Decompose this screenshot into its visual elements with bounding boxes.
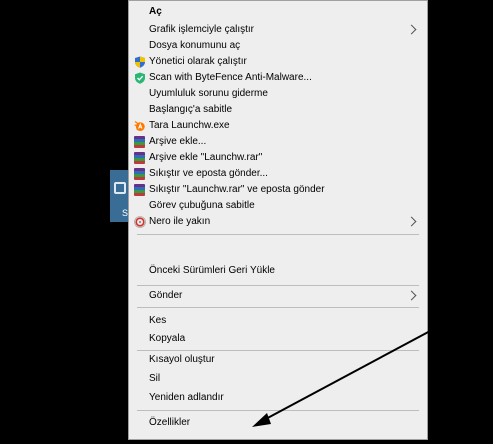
menu-item-add-to-launchw-rar[interactable]: Arşive ekle "Launchw.rar" <box>129 150 427 166</box>
uac-shield-icon <box>134 56 146 68</box>
menu-item-pin-to-taskbar[interactable]: Görev çubuğuna sabitle <box>129 198 427 214</box>
menu-item-pin-to-start[interactable]: Başlangıç'a sabitle <box>129 102 427 118</box>
menu-item-restore-previous-versions[interactable]: Önceki Sürümleri Geri Yükle <box>129 263 427 279</box>
winrar-icon <box>134 152 145 164</box>
menu-separator <box>137 307 419 308</box>
menu-item-cut[interactable]: Kes <box>129 313 427 329</box>
winrar-icon <box>134 168 145 180</box>
menu-item-delete[interactable]: Sil <box>129 371 427 387</box>
menu-separator <box>137 350 419 351</box>
chevron-right-icon <box>406 290 417 301</box>
menu-item-copy[interactable]: Kopyala <box>129 331 427 347</box>
menu-item-avast-scan[interactable]: Tara Launchw.exe <box>129 118 427 134</box>
nero-icon <box>134 216 146 228</box>
menu-item-bytefence-scan[interactable]: Scan with ByteFence Anti-Malware... <box>129 70 427 86</box>
menu-item-nero-burn[interactable]: Nero ile yakın <box>129 214 427 230</box>
menu-item-add-to-archive[interactable]: Arşive ekle... <box>129 134 427 150</box>
menu-item-compress-and-email[interactable]: Sıkıştır ve eposta gönder... <box>129 166 427 182</box>
desktop-shortcut-icon[interactable]: S <box>110 170 130 222</box>
menu-separator <box>137 285 419 286</box>
avast-icon <box>134 120 146 132</box>
menu-separator <box>137 410 419 411</box>
shortcut-glyph-icon <box>114 182 126 194</box>
menu-item-open-file-location[interactable]: Dosya konumunu aç <box>129 38 427 54</box>
menu-item-open[interactable]: Aç <box>129 4 427 20</box>
winrar-icon <box>134 136 145 148</box>
menu-item-run-with-gpu[interactable]: Grafik işlemciyle çalıştır <box>129 22 427 38</box>
context-menu: Aç Grafik işlemciyle çalıştır Dosya konu… <box>128 0 428 440</box>
winrar-icon <box>134 184 145 196</box>
menu-item-send-to[interactable]: Gönder <box>129 288 427 304</box>
menu-item-properties[interactable]: Özellikler <box>129 415 427 431</box>
menu-item-run-as-admin[interactable]: Yönetici olarak çalıştır <box>129 54 427 70</box>
menu-item-compress-launchw-rar-and-email[interactable]: Sıkıştır "Launchw.rar" ve eposta gönder <box>129 182 427 198</box>
menu-item-compatibility-troubleshoot[interactable]: Uyumluluk sorunu giderme <box>129 86 427 102</box>
bytefence-shield-icon <box>134 72 146 84</box>
menu-item-create-shortcut[interactable]: Kısayol oluştur <box>129 352 427 368</box>
chevron-right-icon <box>406 216 417 227</box>
menu-item-rename[interactable]: Yeniden adlandır <box>129 390 427 406</box>
menu-separator <box>137 234 419 235</box>
chevron-right-icon <box>406 24 417 35</box>
